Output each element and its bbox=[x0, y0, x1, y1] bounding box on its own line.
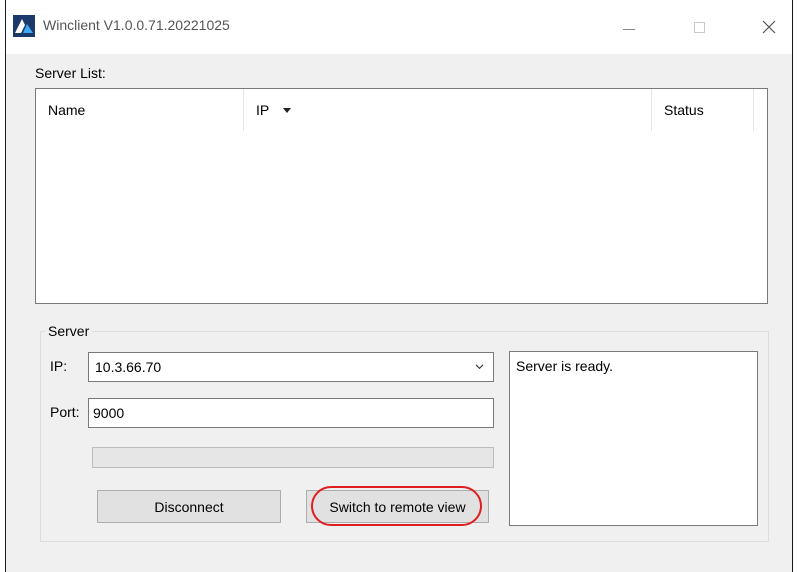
winclient-window: Winclient V1.0.0.71.20221025 Server List… bbox=[5, 0, 793, 572]
server-group-legend: Server bbox=[45, 323, 93, 339]
title-bar[interactable]: Winclient V1.0.0.71.20221025 bbox=[6, 0, 792, 54]
ip-combobox[interactable]: 10.3.66.70 bbox=[88, 352, 494, 382]
maximize-icon bbox=[693, 21, 705, 33]
ip-label: IP: bbox=[50, 358, 68, 374]
disconnect-button-label: Disconnect bbox=[154, 498, 224, 515]
switch-button-label: Switch to remote view bbox=[329, 498, 466, 515]
server-list-header: Name IP Status bbox=[36, 89, 767, 131]
winclient-app-icon bbox=[13, 15, 35, 37]
chevron-down-icon[interactable] bbox=[475, 362, 484, 371]
server-list-label: Server List: bbox=[35, 65, 106, 81]
maximize-button[interactable] bbox=[676, 8, 722, 46]
column-header-status-label: Status bbox=[664, 102, 704, 118]
switch-to-remote-view-button[interactable]: Switch to remote view bbox=[306, 490, 489, 523]
status-text: Server is ready. bbox=[516, 358, 613, 374]
column-header-name-label: Name bbox=[48, 102, 86, 118]
close-button[interactable] bbox=[746, 8, 792, 46]
minimize-button[interactable] bbox=[606, 8, 652, 46]
column-header-name[interactable]: Name bbox=[36, 89, 244, 131]
column-header-ip[interactable]: IP bbox=[244, 89, 652, 131]
ip-value: 10.3.66.70 bbox=[95, 359, 162, 375]
server-list[interactable]: Name IP Status bbox=[35, 88, 768, 304]
minimize-icon bbox=[623, 28, 635, 30]
status-textbox[interactable]: Server is ready. bbox=[509, 351, 758, 526]
sort-descending-icon bbox=[283, 107, 292, 113]
port-field[interactable]: 9000 bbox=[88, 398, 494, 428]
column-header-status[interactable]: Status bbox=[652, 89, 754, 131]
port-value: 9000 bbox=[93, 405, 125, 421]
close-icon bbox=[762, 20, 776, 34]
column-header-ip-label: IP bbox=[256, 102, 270, 118]
port-label: Port: bbox=[50, 404, 80, 420]
disconnect-button[interactable]: Disconnect bbox=[97, 490, 281, 523]
window-title: Winclient V1.0.0.71.20221025 bbox=[43, 17, 230, 33]
connection-progress-bar bbox=[92, 447, 494, 468]
